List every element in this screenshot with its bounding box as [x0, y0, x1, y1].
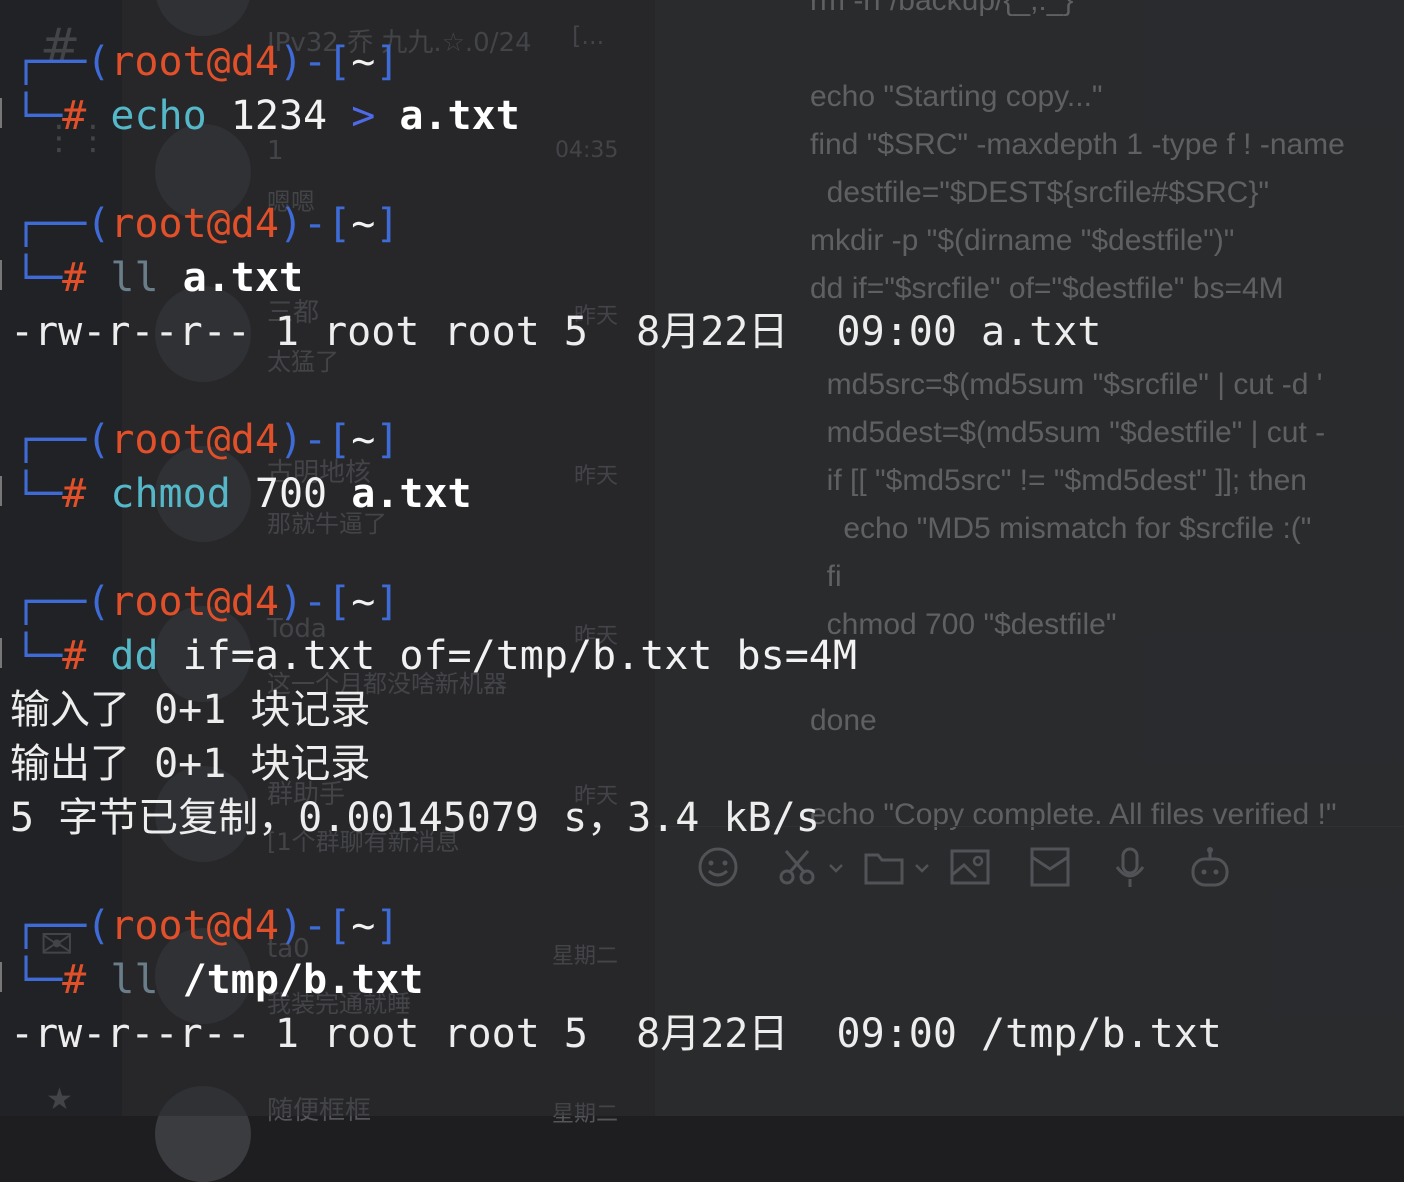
terminal-window[interactable]: ┌──(root@d4)-[~] └─# echo 1234 > a.txt ┌… — [0, 0, 1404, 1116]
prompt-hash: # — [62, 93, 87, 139]
prompt-dir: ~ — [351, 39, 376, 85]
command-output: 输出了 0+1 块记录 — [10, 741, 371, 787]
command-line: └─# echo 1234 > a.txt — [14, 93, 520, 139]
command-name: chmod — [110, 471, 231, 517]
prompt-host: d4 — [230, 39, 279, 85]
command-name: dd — [110, 633, 159, 679]
line-marker — [0, 638, 8, 668]
command-output: 输入了 0+1 块记录 — [10, 687, 371, 733]
command-name: echo — [110, 93, 207, 139]
line-marker — [0, 98, 8, 128]
command-line: └─# ll /tmp/b.txt — [14, 957, 424, 1003]
command-line: └─# ll a.txt — [14, 255, 304, 301]
prompt-line: ┌──(root@d4)-[~] — [14, 39, 400, 85]
line-marker — [0, 476, 8, 506]
command-name: ll — [110, 255, 159, 301]
line-marker — [0, 260, 8, 290]
prompt-corner: ┌── — [14, 39, 87, 85]
command-line: └─# dd if=a.txt of=/tmp/b.txt bs=4M — [14, 633, 857, 679]
prompt-line: ┌──(root@d4)-[~] — [14, 201, 400, 247]
command-output: -rw-r--r-- 1 root root 5 8月22日 09:00 /tm… — [10, 1011, 1222, 1057]
line-marker — [0, 962, 8, 992]
command-name: ll — [110, 957, 159, 1003]
command-line: └─# chmod 700 a.txt — [14, 471, 472, 517]
command-output: 5 字节已复制，0.00145079 s，3.4 kB/s — [10, 795, 820, 841]
prompt-line: ┌──(root@d4)-[~] — [14, 903, 400, 949]
prompt-line: ┌──(root@d4)-[~] — [14, 417, 400, 463]
command-output: -rw-r--r-- 1 root root 5 8月22日 09:00 a.t… — [10, 309, 1102, 355]
prompt-line: ┌──(root@d4)-[~] — [14, 579, 400, 625]
prompt-user: root — [110, 39, 207, 85]
